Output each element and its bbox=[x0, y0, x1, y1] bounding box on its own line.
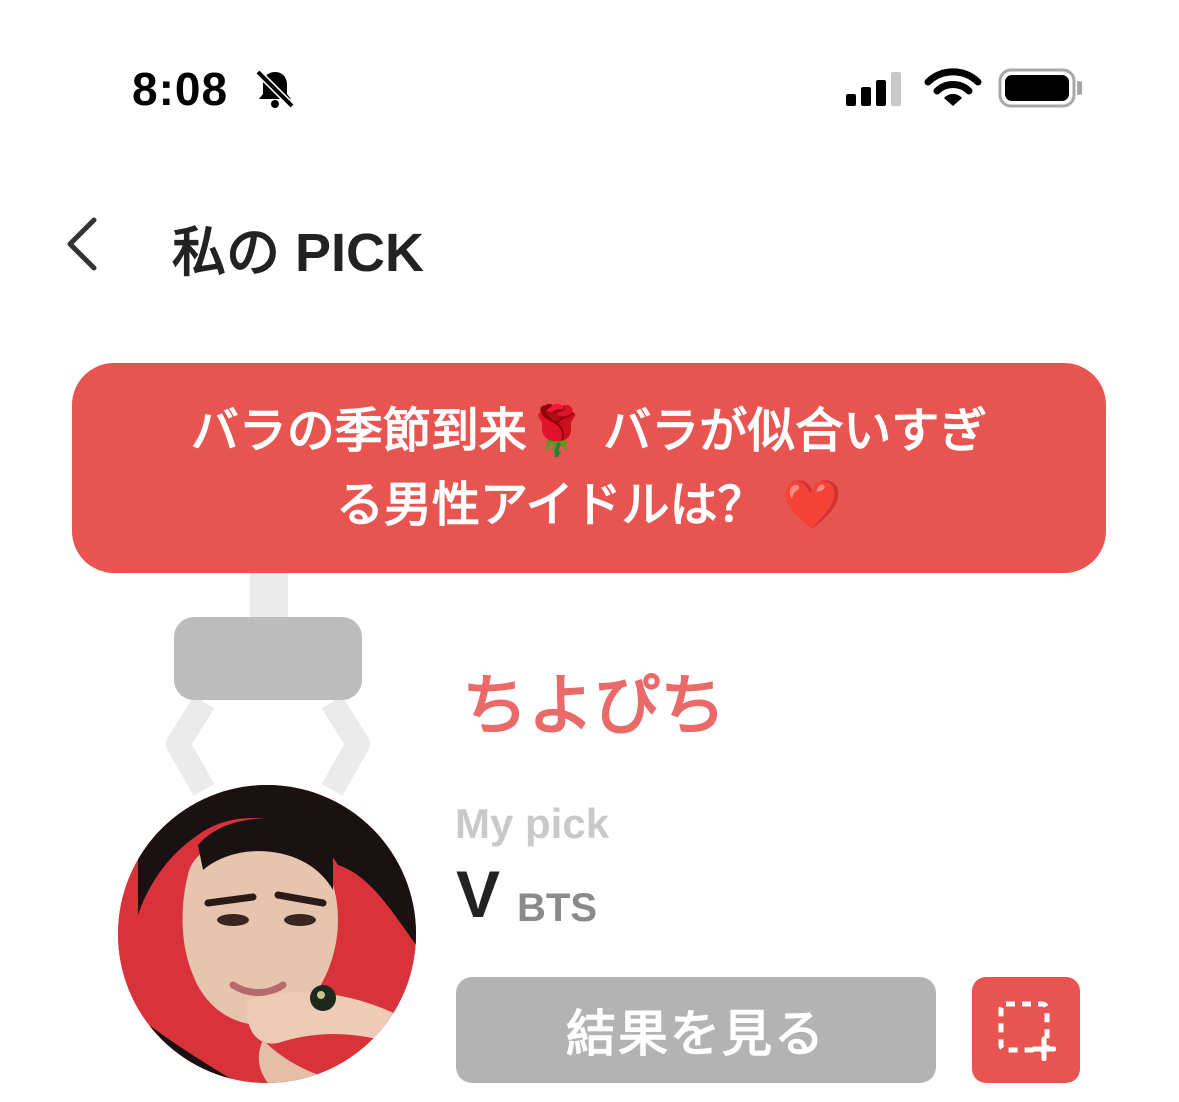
claw-body bbox=[174, 617, 362, 700]
wifi-icon bbox=[924, 68, 982, 106]
pick-group: BTS bbox=[517, 886, 597, 930]
question-bubble: バラの季節到来🌹 バラが似合いすぎ る男性アイドルは？ ❤️ bbox=[72, 363, 1106, 573]
page-title: 私の PICK bbox=[172, 223, 425, 283]
screenshot-add-icon bbox=[998, 1001, 1056, 1061]
cellular-signal-icon bbox=[846, 72, 901, 106]
question-line-1: バラの季節到来🌹 バラが似合いすぎ bbox=[190, 403, 988, 459]
status-time: 8:08 bbox=[132, 63, 229, 115]
battery-icon bbox=[998, 68, 1082, 108]
username: ちよぴち bbox=[462, 667, 726, 744]
claw-rod bbox=[250, 573, 288, 623]
chevron-left-icon[interactable] bbox=[60, 214, 104, 274]
question-line-2: る男性アイドルは？ ❤️ bbox=[335, 477, 843, 533]
view-results-button[interactable]: 結果を見る bbox=[456, 977, 936, 1083]
portrait-image bbox=[118, 785, 416, 1083]
capture-button[interactable] bbox=[972, 977, 1080, 1083]
bell-slash-icon bbox=[255, 69, 295, 109]
avatar bbox=[118, 785, 416, 1083]
my-pick-label: My pick bbox=[455, 800, 610, 847]
pick-name: V bbox=[456, 857, 501, 931]
